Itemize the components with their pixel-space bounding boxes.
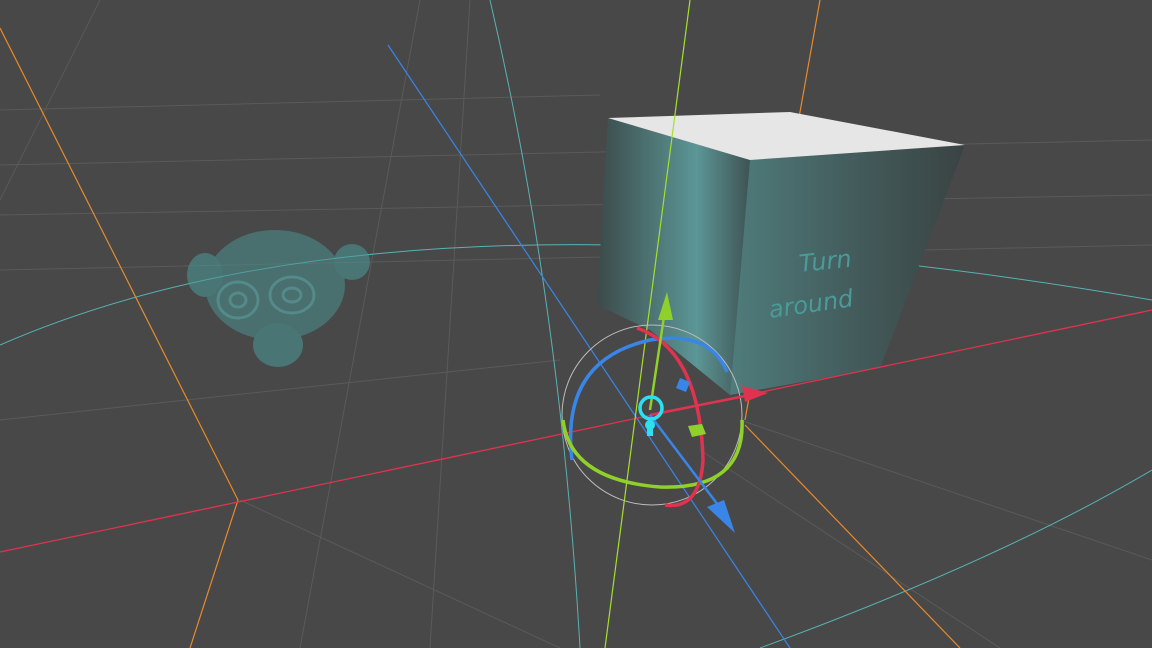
move-z-arrow-shaft[interactable] — [649, 414, 719, 506]
grid-lines — [0, 0, 1152, 648]
cyan-circle-grid — [0, 0, 1152, 648]
cube: Turn around — [597, 112, 965, 395]
cube-text-line1: Turn — [798, 245, 853, 278]
move-z-arrow-head[interactable] — [707, 500, 735, 533]
3d-viewport[interactable]: Turn around — [0, 0, 1152, 648]
monkey-head — [187, 230, 370, 367]
x-axis-line — [0, 309, 1152, 553]
scene: Turn around — [0, 0, 1152, 648]
plane-handle-xz[interactable] — [688, 424, 706, 437]
